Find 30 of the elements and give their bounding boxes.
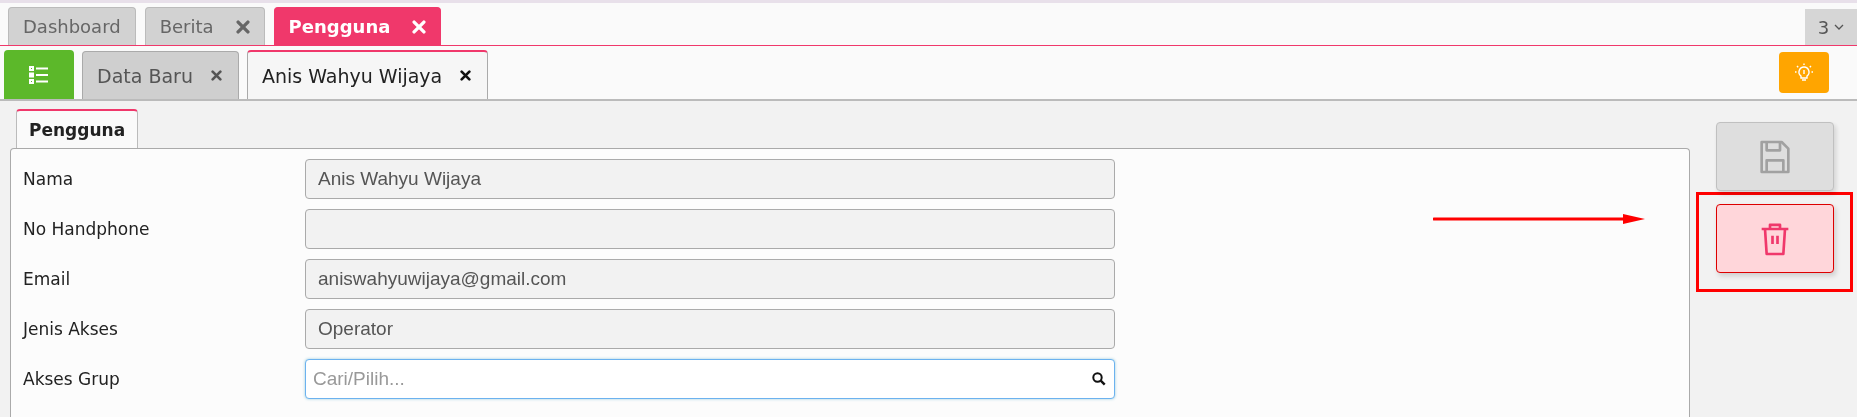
tab-label[interactable]: Anis Wahyu Wijaya xyxy=(261,64,443,87)
list-button[interactable] xyxy=(4,50,74,99)
input-field[interactable]: Anis Wahyu Wijaya xyxy=(305,159,1115,199)
tab-count-dropdown[interactable]: 3 xyxy=(1805,9,1857,45)
tab-label[interactable]: Data Baru xyxy=(97,64,193,87)
page-tab[interactable]: Dashboard xyxy=(8,7,136,45)
field-label: Jenis Akses xyxy=(23,319,119,339)
delete-button[interactable] xyxy=(1716,204,1834,273)
tab-label[interactable]: Berita xyxy=(159,16,214,37)
field-label: Email xyxy=(23,269,72,289)
record-tab[interactable]: Data Baru xyxy=(82,51,239,99)
input-field[interactable]: Operator xyxy=(305,309,1115,349)
field-label: Nama xyxy=(23,169,75,189)
lightbulb-icon xyxy=(1794,62,1814,83)
list-icon xyxy=(29,65,49,84)
search-icon xyxy=(1092,372,1106,386)
search-field[interactable]: Cari/Pilih... xyxy=(305,359,1115,399)
close-icon[interactable] xyxy=(460,70,472,81)
placeholder-text: Cari/Pilih... xyxy=(313,368,405,390)
tab-label[interactable]: Pengguna xyxy=(288,16,391,37)
input-field[interactable] xyxy=(305,209,1115,249)
field-label: No Handphone xyxy=(23,219,151,239)
record-tab[interactable]: Anis Wahyu Wijaya xyxy=(246,50,489,99)
input-field[interactable]: aniswahyuwijaya@gmail.com xyxy=(305,259,1115,299)
tab-label[interactable]: Dashboard xyxy=(23,16,121,37)
page-tab[interactable]: Berita xyxy=(144,7,265,45)
page-tab[interactable]: Pengguna xyxy=(273,7,442,45)
section-tab[interactable]: Pengguna xyxy=(16,109,139,148)
field-label: Akses Grup xyxy=(23,369,121,389)
chevron-down-icon xyxy=(1834,24,1845,30)
